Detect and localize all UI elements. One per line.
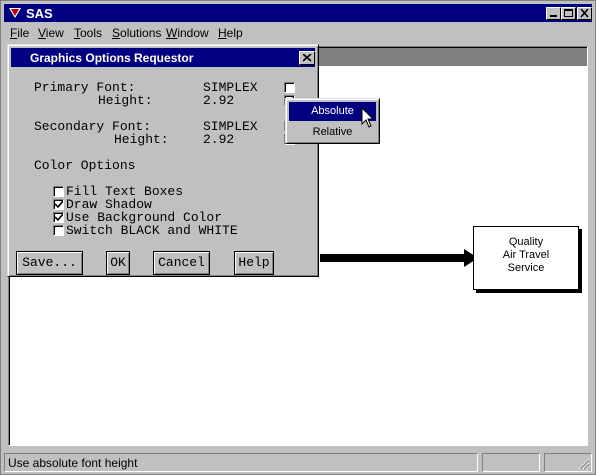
status-cell bbox=[544, 453, 592, 472]
dialog-title: Graphics Options Requestor bbox=[30, 51, 194, 65]
connector-arrow-line bbox=[320, 254, 466, 262]
secondary-height-label: Height: bbox=[114, 132, 169, 147]
cancel-button[interactable]: Cancel bbox=[153, 251, 210, 275]
node-label-line-2: Air Travel bbox=[502, 249, 550, 261]
sas-main-window: SAS File View Tools Solutions Window Hel… bbox=[0, 0, 596, 475]
save-button[interactable]: Save... bbox=[16, 251, 83, 275]
dialog-title-bar[interactable]: Graphics Options Requestor bbox=[11, 48, 315, 67]
primary-height-label: Height: bbox=[98, 93, 153, 108]
node-label-line-1: Quality bbox=[508, 236, 544, 248]
quality-service-node[interactable]: Quality Air Travel Service bbox=[473, 226, 579, 290]
close-icon bbox=[303, 54, 312, 62]
minimize-icon bbox=[550, 15, 557, 17]
switch-black-white-label[interactable]: Switch BLACK and WHITE bbox=[66, 223, 238, 238]
menu-bar: File View Tools Solutions Window Help bbox=[4, 23, 592, 43]
use-background-color-checkbox[interactable] bbox=[53, 212, 64, 223]
graphics-options-dialog: Graphics Options Requestor Primary Font:… bbox=[7, 44, 319, 277]
minimize-button[interactable] bbox=[546, 7, 561, 20]
mouse-pointer-icon bbox=[361, 107, 375, 128]
node-label-line-3: Service bbox=[507, 262, 545, 274]
menu-tools[interactable]: Tools bbox=[74, 26, 102, 40]
close-button[interactable] bbox=[577, 7, 592, 20]
help-button[interactable]: Help bbox=[234, 251, 274, 275]
ok-button[interactable]: OK bbox=[106, 251, 130, 275]
menu-file[interactable]: File bbox=[10, 26, 29, 40]
title-bar[interactable]: SAS bbox=[4, 4, 592, 22]
primary-height-value[interactable]: 2.92 bbox=[203, 93, 234, 108]
menu-help[interactable]: Help bbox=[218, 26, 243, 40]
checkmark-icon bbox=[55, 214, 63, 222]
close-icon bbox=[580, 9, 589, 18]
status-bar: Use absolute font height bbox=[4, 453, 592, 472]
status-cell bbox=[482, 453, 540, 472]
color-options-heading: Color Options bbox=[34, 158, 136, 173]
sas-logo-icon bbox=[8, 6, 22, 20]
primary-font-checkbox[interactable] bbox=[284, 82, 295, 93]
menu-view[interactable]: View bbox=[38, 26, 64, 40]
menu-window[interactable]: Window bbox=[166, 26, 209, 40]
draw-shadow-checkbox[interactable] bbox=[53, 199, 64, 210]
fill-text-boxes-checkbox[interactable] bbox=[53, 186, 64, 197]
secondary-height-value[interactable]: 2.92 bbox=[203, 132, 234, 147]
dialog-close-button[interactable] bbox=[299, 51, 315, 65]
menu-solutions[interactable]: Solutions bbox=[112, 26, 161, 40]
status-message: Use absolute font height bbox=[4, 453, 478, 472]
window-title: SAS bbox=[26, 6, 53, 21]
resize-grip-icon bbox=[578, 458, 590, 470]
switch-black-white-checkbox[interactable] bbox=[53, 225, 64, 236]
checkmark-icon bbox=[55, 201, 63, 209]
maximize-button[interactable] bbox=[561, 7, 576, 20]
